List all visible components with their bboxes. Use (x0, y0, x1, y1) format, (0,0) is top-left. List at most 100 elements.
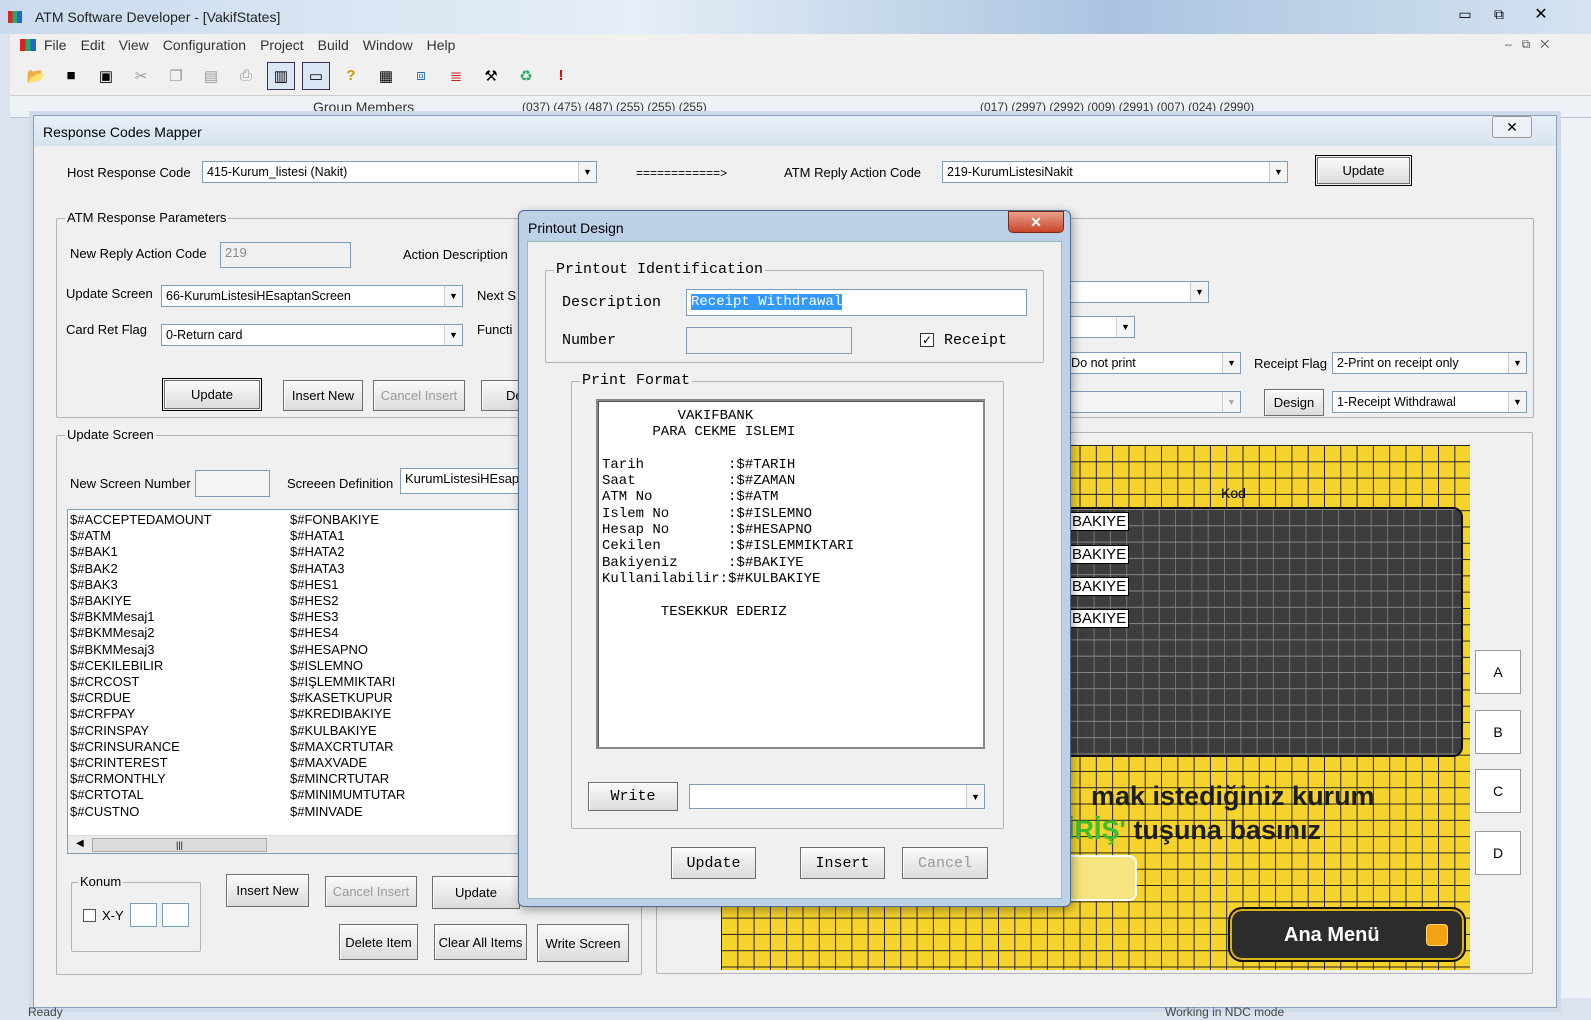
list-item[interactable]: $#KREDIBAKIYE (290, 706, 405, 722)
group-members-tab[interactable]: Group Members (313, 99, 414, 115)
list-item[interactable]: $#CRINSPAY (70, 723, 212, 739)
list-item[interactable]: $#HATA3 (290, 561, 405, 577)
alert-icon[interactable]: ! (547, 62, 575, 90)
save-icon[interactable]: ■ (57, 62, 85, 90)
new-screen-number-field[interactable] (195, 470, 270, 497)
copy-icon[interactable]: ❐ (162, 62, 190, 90)
scroll-thumb[interactable]: ||| (92, 838, 267, 852)
write-screen-button[interactable]: Write Screen (537, 924, 629, 962)
printout-select[interactable]: 1-Receipt Withdrawal ▼ (1332, 391, 1527, 413)
list-item[interactable]: $#MINCRTUTAR (290, 771, 405, 787)
receipt-checkbox[interactable]: ✓ (920, 333, 934, 347)
update-params-button[interactable]: Update (162, 378, 262, 411)
menu-edit[interactable]: Edit (81, 37, 105, 53)
network-icon[interactable]: ⧈ (407, 62, 435, 90)
insert-new-screen-button[interactable]: Insert New (226, 874, 309, 907)
restore-button[interactable]: ⧉ (1484, 6, 1514, 26)
list-item[interactable]: $#BAK2 (70, 561, 212, 577)
print-icon[interactable]: ⎙ (232, 62, 260, 90)
list-item[interactable]: $#BKMMesaj3 (70, 642, 212, 658)
side-button-d[interactable]: D (1475, 831, 1521, 875)
scroll-left-icon[interactable]: ◀ (76, 838, 84, 849)
window-icon[interactable]: ▭ (302, 61, 330, 90)
menu-window[interactable]: Window (363, 37, 413, 53)
cancel-insert-params-button[interactable]: Cancel Insert (373, 380, 465, 411)
menu-project[interactable]: Project (260, 37, 304, 53)
delete-item-button[interactable]: Delete Item (339, 924, 418, 960)
list-item[interactable]: $#HESAPNO (290, 642, 405, 658)
list-item[interactable]: $#HES3 (290, 609, 405, 625)
list-item[interactable]: $#FONBAKIYE (290, 512, 405, 528)
mapper-close-button[interactable]: ✕ (1492, 116, 1532, 138)
list-item[interactable]: $#CEKILEBILIR (70, 658, 212, 674)
printout-update-button[interactable]: Update (671, 847, 756, 879)
menu-configuration[interactable]: Configuration (163, 37, 246, 53)
variable-list[interactable]: $#ACCEPTEDAMOUNT $#ATM $#BAK1 $#BAK2 $#BAK3 $… (67, 509, 527, 854)
list-item[interactable]: $#IŞLEMMIKTARI (290, 674, 405, 690)
list-item[interactable]: $#BKMMesaj1 (70, 609, 212, 625)
menu-help[interactable]: Help (427, 37, 456, 53)
side-button-c[interactable]: C (1475, 769, 1521, 813)
update-mapping-button[interactable]: Update (1315, 155, 1412, 186)
update-screen-button[interactable]: Update (432, 876, 520, 909)
close-app-button[interactable]: ✕ (1524, 4, 1558, 26)
help-icon[interactable]: ? (337, 62, 365, 90)
list-item[interactable]: $#ACCEPTEDAMOUNT (70, 512, 212, 528)
x-field[interactable] (130, 903, 157, 927)
menu-build[interactable]: Build (318, 37, 349, 53)
design-button[interactable]: Design (1264, 389, 1324, 416)
list-item[interactable]: $#KULBAKIYE (290, 723, 405, 739)
list-item[interactable]: $#ATM (70, 528, 212, 544)
atm-reply-select[interactable]: 219-KurumListesiNakit ▼ (942, 161, 1288, 183)
list-item[interactable]: $#MINIMUMTUTAR (290, 787, 405, 803)
list-item[interactable]: $#ISLEMNO (290, 658, 405, 674)
list-item[interactable]: $#CRTOTAL (70, 787, 212, 803)
number-field[interactable] (686, 327, 852, 354)
printout-close-button[interactable]: ✕ (1008, 211, 1064, 233)
list-item[interactable]: $#CUSTNO (70, 804, 212, 820)
list-item[interactable]: $#CRFPAY (70, 706, 212, 722)
list-item[interactable]: $#CRMONTHLY (70, 771, 212, 787)
description-field[interactable]: Receipt Withdrawal (686, 289, 1027, 316)
horizontal-scrollbar[interactable]: ◀ ||| (68, 835, 526, 853)
mdi-controls[interactable]: –⧉✕ (1505, 37, 1559, 52)
update-screen-select[interactable]: 66-KurumListesiHEsaptanScreen ▼ (161, 285, 463, 307)
list-item[interactable]: $#CRCOST (70, 674, 212, 690)
function-select[interactable]: ▼ (1062, 316, 1135, 338)
list-item[interactable]: $#BAKIYE (70, 593, 212, 609)
open-icon[interactable]: 📂 (22, 62, 50, 90)
card-ret-flag-select[interactable]: 0-Return card ▼ (161, 324, 463, 346)
minimize-button[interactable]: ▭ (1450, 6, 1480, 26)
xy-checkbox[interactable] (83, 909, 96, 922)
list-item[interactable]: $#BKMMesaj2 (70, 625, 212, 641)
list-item[interactable]: $#BAK3 (70, 577, 212, 593)
tools-icon[interactable]: ⚒ (477, 62, 505, 90)
cut-icon[interactable]: ✂ (127, 62, 155, 90)
list-item[interactable]: $#HATA1 (290, 528, 405, 544)
clear-all-items-button[interactable]: Clear All Items (434, 924, 527, 960)
list-item[interactable]: $#MAXVADE (290, 755, 405, 771)
save-all-icon[interactable]: ▣ (92, 62, 120, 90)
print-format-editor[interactable]: VAKIFBANK PARA CEKME ISLEMI Tarih :$#TAR… (596, 399, 985, 749)
write-select[interactable]: ▼ (689, 784, 985, 809)
list-item[interactable]: $#MAXCRTUTAR (290, 739, 405, 755)
side-button-a[interactable]: A (1475, 650, 1521, 694)
menu-view[interactable]: View (119, 37, 149, 53)
y-field[interactable] (162, 903, 189, 927)
list-item[interactable]: $#MINVADE (290, 804, 405, 820)
menu-file[interactable]: File (44, 37, 67, 53)
list-item[interactable]: $#BAK1 (70, 544, 212, 560)
list-item[interactable]: $#HES4 (290, 625, 405, 641)
printout-cancel-button[interactable]: Cancel (902, 847, 988, 879)
screen-definition-field[interactable]: KurumListesiHEsapt (400, 468, 525, 494)
list-item[interactable]: $#HATA2 (290, 544, 405, 560)
list-item[interactable]: $#HES2 (290, 593, 405, 609)
stack-icon[interactable]: ≣ (442, 62, 470, 90)
recycle-icon[interactable]: ♻ (512, 62, 540, 90)
journal-flag-select[interactable]: ▼ (1062, 391, 1241, 413)
list-item[interactable]: $#HES1 (290, 577, 405, 593)
print-flag-select[interactable]: -Do not print ▼ (1062, 352, 1241, 374)
receipt-flag-select[interactable]: 2-Print on receipt only ▼ (1332, 352, 1527, 374)
table-icon[interactable]: ▦ (372, 62, 400, 90)
side-button-b[interactable]: B (1475, 710, 1521, 754)
